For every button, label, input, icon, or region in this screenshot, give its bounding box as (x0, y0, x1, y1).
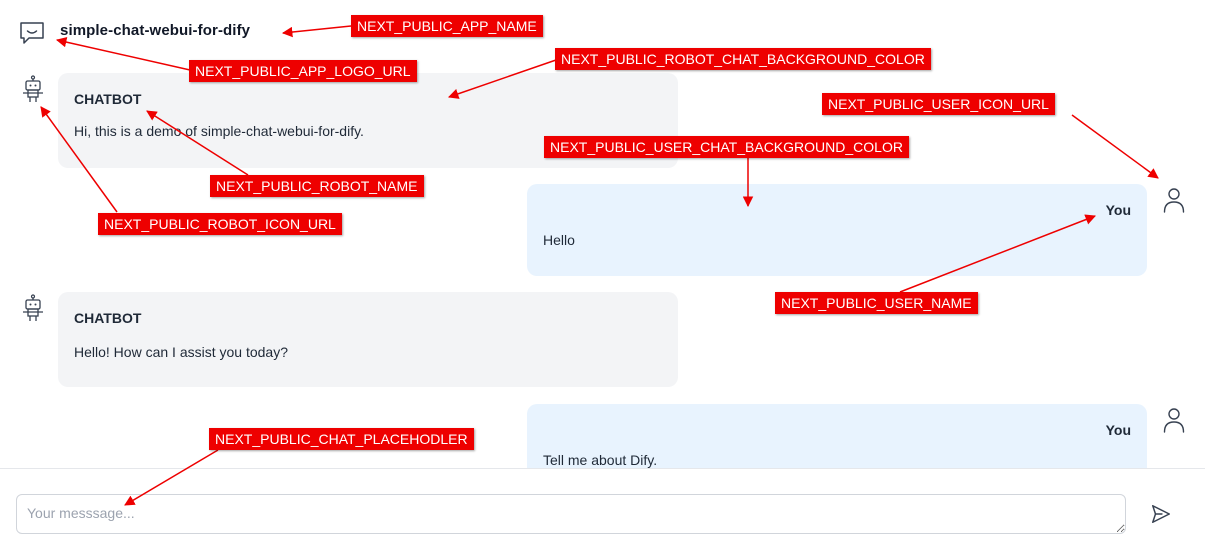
user-name: You (1105, 422, 1131, 438)
send-button[interactable] (1148, 502, 1174, 528)
robot-name: CHATBOT (74, 91, 142, 107)
message-text: Hi, this is a demo of simple-chat-webui-… (74, 123, 364, 139)
chat-smile-icon (20, 22, 44, 44)
chat-page: simple-chat-webui-for-dify CHATBOT Hi, t… (0, 0, 1205, 556)
composer-bar (0, 468, 1205, 556)
message-text: Tell me about Dify. (543, 452, 658, 468)
annotation-user-chat-bg: NEXT_PUBLIC_USER_CHAT_BACKGROUND_COLOR (544, 136, 909, 158)
annotation-app-name: NEXT_PUBLIC_APP_NAME (351, 15, 543, 37)
robot-name: CHATBOT (74, 310, 142, 326)
annotation-user-icon-url: NEXT_PUBLIC_USER_ICON_URL (822, 93, 1055, 115)
message-text: Hello (543, 232, 575, 248)
robot-icon (23, 294, 43, 321)
annotation-app-logo-url: NEXT_PUBLIC_APP_LOGO_URL (189, 60, 417, 82)
message-input[interactable] (16, 494, 1126, 534)
app-name: simple-chat-webui-for-dify (60, 22, 251, 39)
robot-icon (23, 75, 43, 102)
annotation-robot-chat-bg: NEXT_PUBLIC_ROBOT_CHAT_BACKGROUND_COLOR (555, 48, 931, 70)
annotation-user-name: NEXT_PUBLIC_USER_NAME (775, 292, 978, 314)
annotation-chat-placeholder: NEXT_PUBLIC_CHAT_PLACEHODLER (209, 428, 474, 450)
annotation-robot-icon-url: NEXT_PUBLIC_ROBOT_ICON_URL (98, 213, 342, 235)
user-name: You (1105, 202, 1131, 218)
user-icon (1163, 408, 1185, 433)
send-icon (1152, 504, 1170, 523)
annotation-robot-name: NEXT_PUBLIC_ROBOT_NAME (210, 175, 424, 197)
user-message-bubble: You Hello (527, 184, 1147, 276)
robot-message-bubble: CHATBOT Hello! How can I assist you toda… (58, 292, 678, 387)
user-icon (1163, 188, 1185, 213)
message-text: Hello! How can I assist you today? (74, 344, 288, 360)
